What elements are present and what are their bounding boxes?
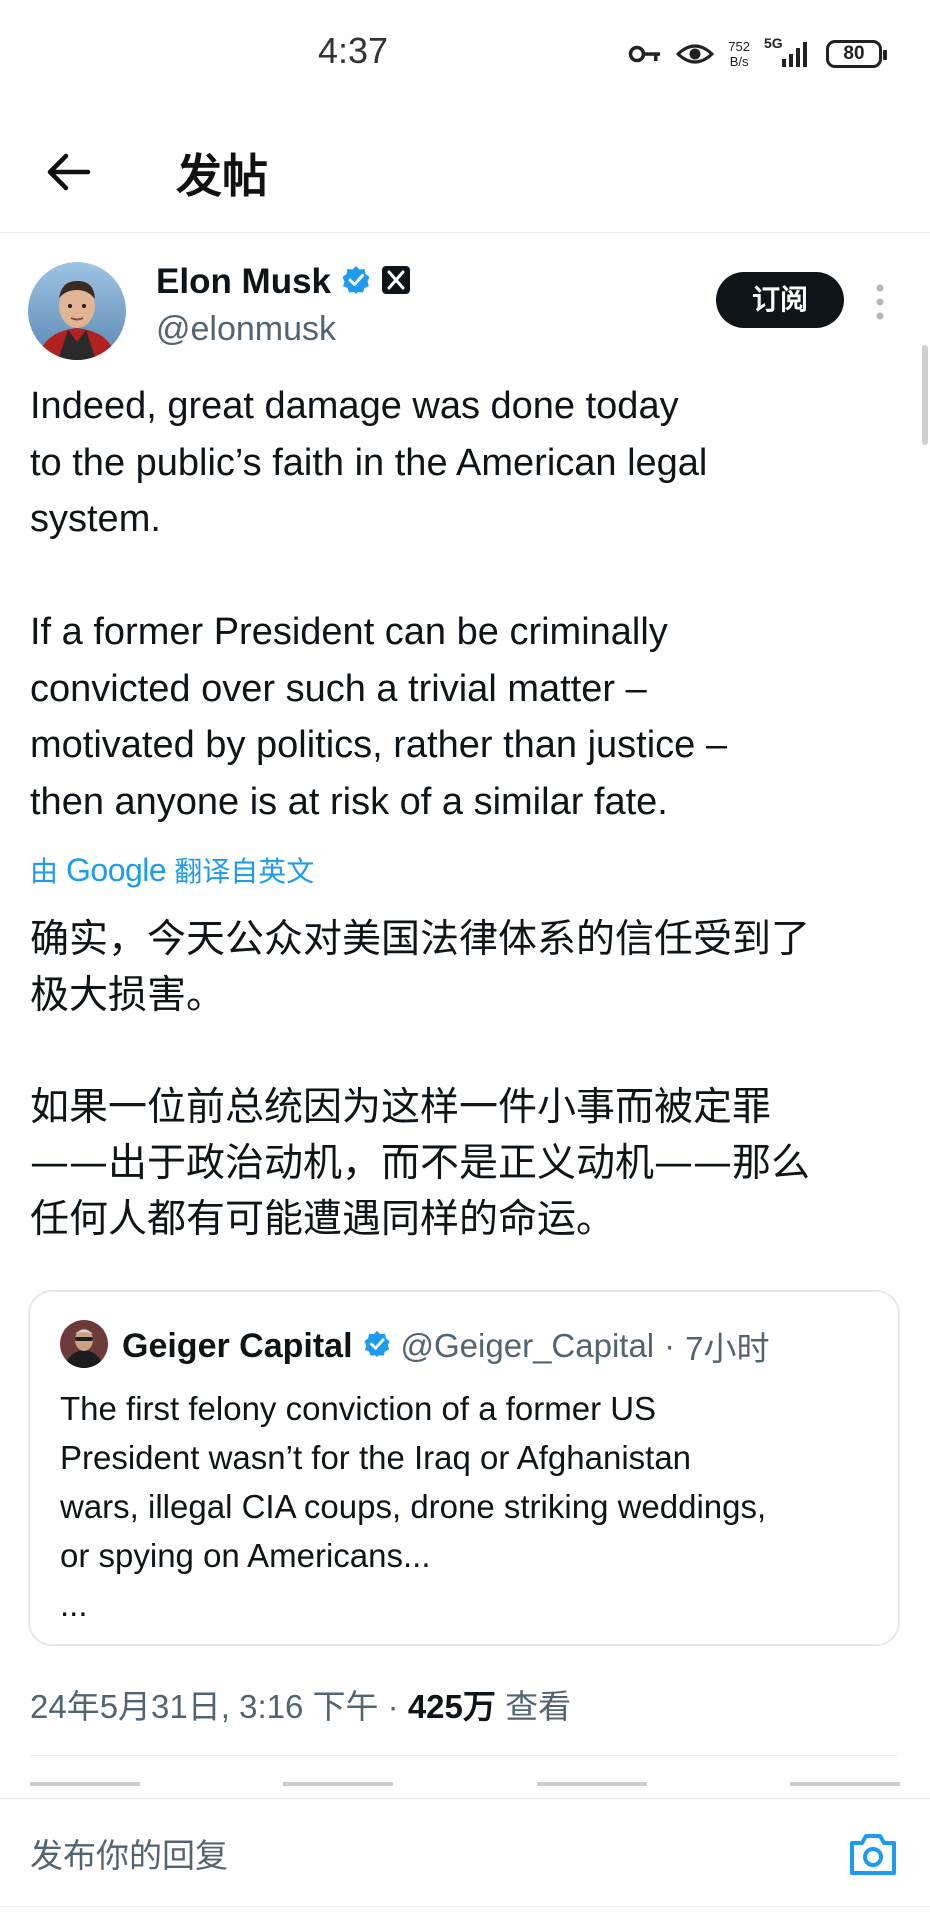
quote-timestamp: 7小时 [685, 1330, 770, 1367]
quote-avatar[interactable] [60, 1320, 108, 1368]
quote-separator: · [664, 1327, 676, 1364]
net-speed-unit: B/s [729, 54, 749, 69]
more-vertical-icon[interactable] [870, 282, 890, 322]
bottom-edge [0, 1906, 930, 1907]
view-label: 查看 [505, 1688, 572, 1725]
subscribe-button[interactable]: 订阅 [716, 272, 844, 328]
quote-author-handle[interactable]: @Geiger_Capital [401, 1327, 655, 1365]
quoted-tweet-card[interactable]: Geiger Capital @Geiger_Capital · 7小时 The… [28, 1290, 900, 1646]
divider [30, 1755, 900, 1756]
battery-icon: 80 [826, 40, 887, 68]
translate-suffix: 翻译自英文 [174, 855, 315, 888]
verified-badge-icon [363, 1330, 391, 1362]
tweet-text-translated: 确实，今天公众对美国法律体系的信任受到了 极大损害。 如果一位前总统因为这样一件… [30, 917, 811, 1242]
signal-icon: 5G [764, 35, 812, 69]
author-name[interactable]: Elon Musk [156, 262, 331, 302]
key-icon [628, 44, 662, 64]
post-meta: 24年5月31日, 3:16 下午 · 425万 查看 [30, 1680, 571, 1728]
author-handle[interactable]: @elonmusk [156, 310, 336, 349]
verified-badge-icon [341, 265, 371, 299]
quote-text: The first felony conviction of a former … [60, 1390, 767, 1623]
status-bar: 4:37 752 B/s 5G 80 [0, 0, 930, 110]
google-logo: Google [66, 851, 167, 888]
reply-bar: 发布你的回复 [0, 1798, 930, 1921]
back-arrow-icon[interactable] [44, 148, 92, 196]
tweet-text-original: Indeed, great damage was done today to t… [30, 385, 728, 823]
page-title: 发帖 [176, 149, 268, 203]
quote-author-name[interactable]: Geiger Capital [122, 1327, 353, 1366]
camera-icon[interactable] [848, 1831, 898, 1877]
eye-icon [676, 42, 715, 66]
scrollbar[interactable] [922, 345, 928, 445]
network-speed: 752 B/s [728, 39, 750, 69]
net-speed-value: 752 [728, 39, 750, 54]
x-logo-icon [381, 265, 411, 299]
author-name-row: Elon Musk [156, 262, 411, 302]
quote-header: Geiger Capital @Geiger_Capital · 7小时 [122, 1322, 770, 1370]
top-app-bar: 发帖 [0, 110, 930, 233]
author-avatar[interactable] [28, 262, 126, 360]
reply-input[interactable]: 发布你的回复 [30, 1829, 228, 1877]
status-time: 4:37 [318, 30, 389, 71]
status-icons: 752 B/s 5G 80 [628, 32, 887, 76]
post-timestamp: 24年5月31日, 3:16 下午 · [30, 1688, 399, 1725]
translation-attribution[interactable]: 由 Google 翻译自英文 [30, 850, 314, 890]
translate-prefix: 由 [30, 855, 59, 888]
view-count: 425万 [407, 1688, 496, 1725]
